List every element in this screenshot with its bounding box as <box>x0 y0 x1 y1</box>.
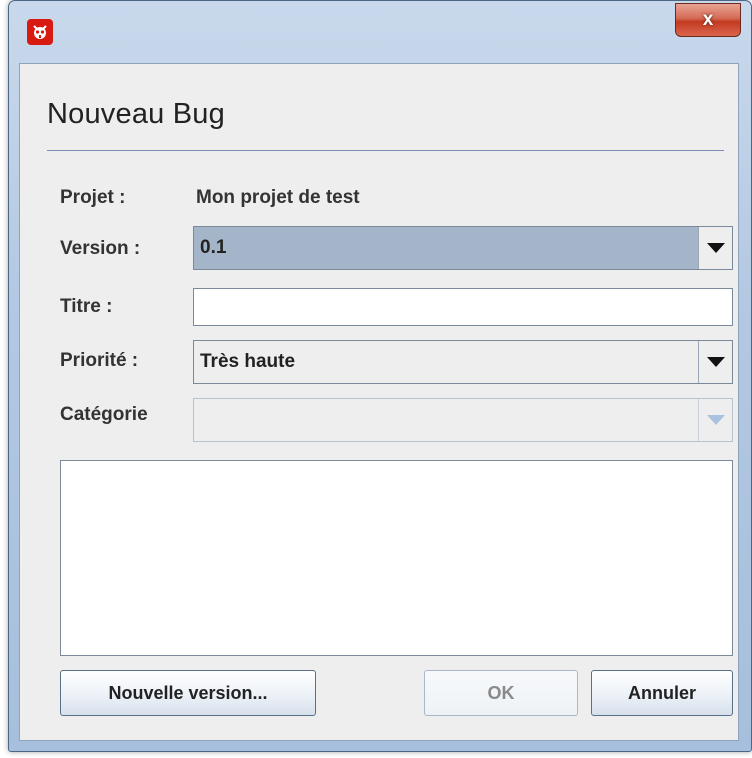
ok-button: OK <box>424 670 578 716</box>
dialog-content: Nouveau Bug Projet : Mon projet de test … <box>19 63 739 741</box>
version-dropdown-button[interactable] <box>698 227 732 269</box>
priorite-label: Priorité : <box>60 350 139 371</box>
dialog-title: Nouveau Bug <box>47 98 225 130</box>
projet-value: Mon projet de test <box>196 187 360 208</box>
annuler-button[interactable]: Annuler <box>591 670 733 716</box>
priorite-selected-value: Très haute <box>200 351 296 372</box>
version-combobox[interactable]: 0.1 <box>193 226 733 270</box>
titre-input[interactable] <box>193 288 733 326</box>
priorite-combobox[interactable]: Très haute <box>193 340 733 384</box>
projet-label: Projet : <box>60 187 126 208</box>
bug-app-icon <box>27 19 53 45</box>
title-separator <box>47 150 724 151</box>
title-bar[interactable]: x <box>9 1 751 63</box>
categorie-dropdown-button <box>698 399 732 441</box>
chevron-down-icon <box>706 357 725 367</box>
close-button[interactable]: x <box>675 3 741 37</box>
categorie-label: Catégorie <box>60 404 148 425</box>
dialog-window: x Nouveau Bug Projet : Mon projet de tes… <box>8 0 752 752</box>
priorite-dropdown-button[interactable] <box>698 341 732 383</box>
description-textarea[interactable] <box>60 460 733 656</box>
version-selected-value: 0.1 <box>200 237 227 258</box>
version-label: Version : <box>60 238 141 259</box>
nouvelle-version-button[interactable]: Nouvelle version... <box>60 670 316 716</box>
categorie-combobox <box>193 398 733 442</box>
chevron-down-icon <box>706 415 725 425</box>
titre-label: Titre : <box>60 296 113 317</box>
chevron-down-icon <box>706 243 725 253</box>
bug-icon <box>33 25 47 39</box>
close-icon: x <box>702 9 714 30</box>
